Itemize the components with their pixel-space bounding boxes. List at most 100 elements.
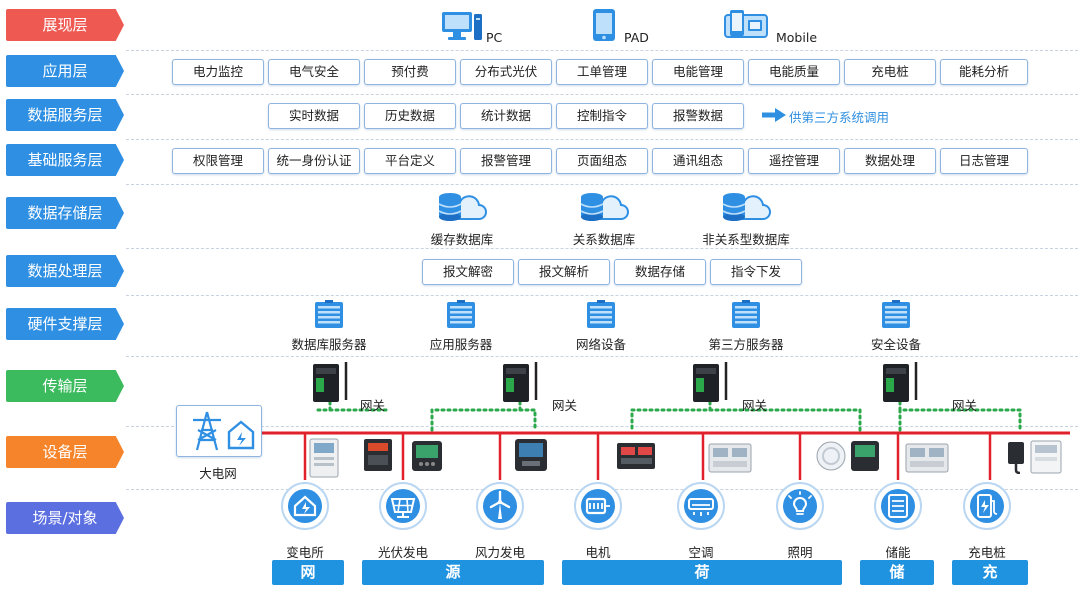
scene-label-pv: 光伏发电 [377,545,428,560]
app-box-work-order: 工单管理 [556,59,648,85]
hardware-label-db-server: 数据库服务器 [291,337,367,352]
din-rail-meter-icon [708,443,752,473]
architecture-diagram: 展现层 应用层 数据服务层 基础服务层 数据存储层 数据处理层 硬件支撑层 传输… [0,0,1080,599]
gateway-device-icon [883,362,918,402]
base-service-data-processing: 数据处理 [844,148,936,174]
base-service-page-config: 页面组态 [556,148,648,174]
layer-label-scene: 场景/对象 [6,502,124,534]
power-quality-analyzer-icon [617,443,655,469]
database-cloud-icon [438,193,487,221]
category-grid: 网 [272,560,344,585]
air-conditioner-icon [677,482,725,530]
layer-label-data-service: 数据服务层 [6,99,124,131]
power-meter-icon [412,441,442,471]
motor-icon [574,482,622,530]
category-load: 荷 [562,560,842,585]
separator [126,139,1078,140]
app-box-electrical-safety: 电气安全 [268,59,360,85]
scene-label-storage: 储能 [885,545,911,560]
gateway-device-icon [313,362,348,402]
processing-box-decrypt: 报文解密 [422,259,514,285]
energy-storage-icon [874,482,922,530]
category-source: 源 [362,560,544,585]
separator [126,184,1078,185]
server-icon [447,300,475,328]
data-service-control: 控制指令 [556,103,648,129]
app-box-charging-pile: 充电桩 [844,59,936,85]
database-cloud-icon [722,193,771,221]
hardware-label-security: 安全设备 [870,337,921,352]
ev-charger-icon [963,482,1011,530]
wind-turbine-icon [476,482,524,530]
electrical-safety-device-icon [364,439,392,471]
din-rail-meter-icon [905,443,949,473]
app-box-prepayment: 预付费 [364,59,456,85]
protection-relay-icon [309,438,339,478]
category-charging: 充 [952,560,1028,585]
app-box-distributed-pv: 分布式光伏 [460,59,552,85]
substation-icon [281,482,329,530]
power-tower-icon [193,411,255,451]
separator [126,248,1078,249]
scene-label-substation: 变电所 [286,545,324,560]
charging-meter-icon [1008,442,1024,474]
base-service-platform-definition: 平台定义 [364,148,456,174]
storage-label-cache-db: 缓存数据库 [430,232,494,247]
layer-label-application: 应用层 [6,55,124,87]
gateway-label: 网关 [552,398,578,413]
hardware-label-app-server: 应用服务器 [429,337,493,352]
data-service-alarm: 报警数据 [652,103,744,129]
server-icon [732,300,760,328]
scene-label-ac: 空调 [688,545,714,560]
gateway-label: 网关 [360,398,386,413]
layer-label-base-service: 基础服务层 [6,144,124,176]
light-bulb-icon [776,482,824,530]
base-service-comm-config: 通讯组态 [652,148,744,174]
separator [126,295,1078,296]
gateway-label: 网关 [742,398,768,413]
app-box-power-quality: 电能质量 [748,59,840,85]
base-service-permission: 权限管理 [172,148,264,174]
base-service-alarm-management: 报警管理 [460,148,552,174]
layer-label-hardware: 硬件支撑层 [6,308,124,340]
pad-label: PAD [624,30,649,45]
storage-label-relational-db: 关系数据库 [572,232,636,247]
scene-label-motor: 电机 [585,545,611,560]
hardware-label-network: 网络设备 [575,337,626,352]
app-box-energy-management: 电能管理 [652,59,744,85]
mobile-icon [724,10,768,38]
multifunction-meter-icon [515,439,547,471]
separator [126,50,1078,51]
pad-icon [593,9,615,41]
pc-label: PC [486,30,503,45]
base-service-identity-auth: 统一身份认证 [268,148,360,174]
server-icon [315,300,343,328]
processing-box-dispatch: 指令下发 [710,259,802,285]
third-party-note: 供第三方系统调用 [789,110,890,125]
layer-label-processing: 数据处理层 [6,255,124,287]
electric-meter-icon [1030,440,1062,474]
processing-box-parse: 报文解析 [518,259,610,285]
base-service-log-management: 日志管理 [940,148,1028,174]
category-storage: 储 [860,560,934,585]
mobile-label: Mobile [776,30,818,45]
layer-label-storage: 数据存储层 [6,197,124,229]
gateway-device-icon [693,362,728,402]
grid-label: 大电网 [199,466,237,481]
gateway-device-icon [503,362,538,402]
app-box-power-monitoring: 电力监控 [172,59,264,85]
pc-icon [442,12,482,40]
network-device-icon [587,300,615,328]
hardware-label-third-party-server: 第三方服务器 [708,337,784,352]
database-cloud-icon [580,193,629,221]
data-service-statistics: 统计数据 [460,103,552,129]
data-service-history: 历史数据 [364,103,456,129]
scene-label-wind: 风力发电 [474,545,525,560]
security-device-icon [882,300,910,328]
scene-label-charging: 充电桩 [968,545,1006,560]
data-service-realtime: 实时数据 [268,103,360,129]
base-service-remote-control: 遥控管理 [748,148,840,174]
app-box-energy-analysis: 能耗分析 [940,59,1028,85]
smoke-detector-icon [816,441,846,471]
separator [126,94,1078,95]
